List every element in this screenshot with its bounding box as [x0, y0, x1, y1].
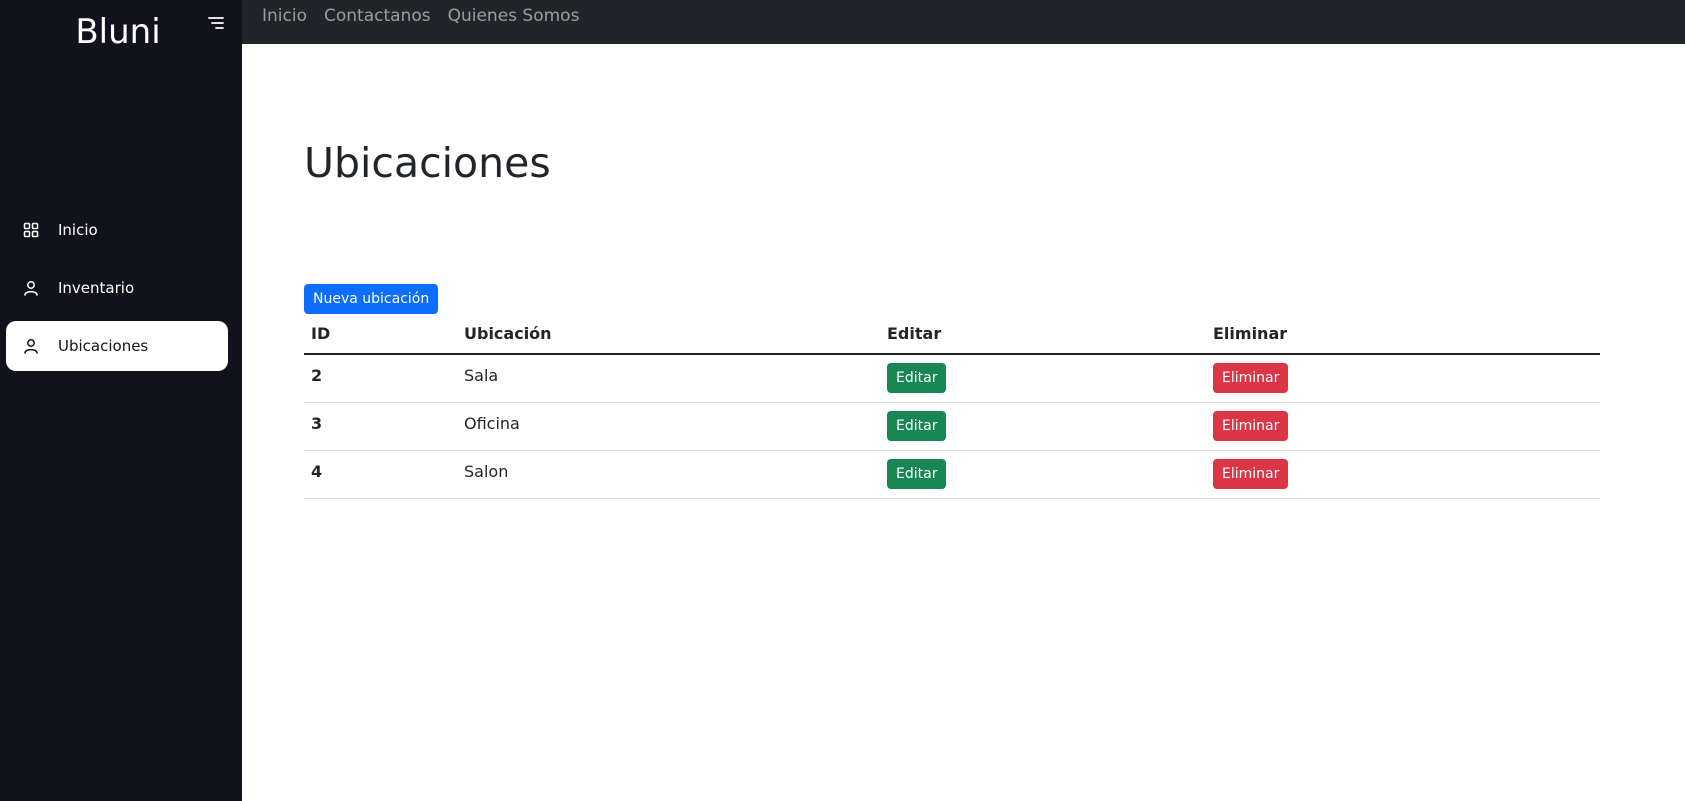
brand-logo-text[interactable]: Bluni [0, 10, 236, 54]
sidebar-item-inventario[interactable]: Inventario [6, 263, 228, 313]
column-header-ubicacion: Ubicación [457, 316, 880, 355]
sidebar-item-label: Ubicaciones [58, 337, 149, 355]
edit-button[interactable]: Editar [887, 459, 947, 489]
row-id: 2 [304, 354, 457, 403]
row-id: 3 [304, 402, 457, 451]
table-row: 2 Sala Editar Eliminar [304, 354, 1600, 403]
delete-cell: Eliminar [1206, 450, 1600, 499]
page-title: Ubicaciones [304, 139, 551, 187]
sidebar: Bluni Inicio Inventario Ubicaciones [0, 0, 242, 801]
row-id: 4 [304, 450, 457, 499]
table-row: 3 Oficina Editar Eliminar [304, 402, 1600, 451]
top-navbar: Inicio Contactanos Quienes Somos [242, 0, 1685, 44]
delete-button[interactable]: Eliminar [1213, 459, 1289, 489]
edit-cell: Editar [880, 402, 1206, 451]
delete-cell: Eliminar [1206, 354, 1600, 403]
edit-cell: Editar [880, 354, 1206, 403]
row-ubicacion: Sala [457, 354, 880, 403]
delete-button[interactable]: Eliminar [1213, 363, 1289, 394]
edit-button[interactable]: Editar [887, 363, 947, 394]
locations-table: ID Ubicación Editar Eliminar 2 Sala Edit… [304, 316, 1600, 499]
nav-link-contactanos[interactable]: Contactanos [324, 0, 431, 32]
new-location-button[interactable]: Nueva ubicación [304, 284, 439, 314]
nav-link-inicio[interactable]: Inicio [262, 0, 307, 32]
user-icon [22, 279, 40, 297]
sidebar-nav: Inicio Inventario Ubicaciones [0, 205, 242, 379]
nav-link-quienes-somos[interactable]: Quienes Somos [448, 0, 580, 32]
table-row: 4 Salon Editar Eliminar [304, 450, 1600, 499]
user-icon [22, 337, 40, 355]
sidebar-item-inicio[interactable]: Inicio [6, 205, 228, 255]
table-header-row: ID Ubicación Editar Eliminar [304, 316, 1600, 355]
sidebar-item-ubicaciones[interactable]: Ubicaciones [6, 321, 228, 371]
row-ubicacion: Oficina [457, 402, 880, 451]
column-header-id: ID [304, 316, 457, 355]
edit-cell: Editar [880, 450, 1206, 499]
sidebar-item-label: Inicio [58, 221, 98, 239]
delete-button[interactable]: Eliminar [1213, 411, 1289, 441]
column-header-eliminar: Eliminar [1206, 316, 1600, 355]
grid-icon [22, 221, 40, 239]
column-header-editar: Editar [880, 316, 1206, 355]
row-ubicacion: Salon [457, 450, 880, 499]
main-content: Ubicaciones Nueva ubicación ID Ubicación… [242, 44, 1685, 801]
sidebar-item-label: Inventario [58, 279, 135, 297]
edit-button[interactable]: Editar [887, 411, 947, 441]
delete-cell: Eliminar [1206, 402, 1600, 451]
menu-toggle-icon[interactable] [206, 14, 228, 34]
